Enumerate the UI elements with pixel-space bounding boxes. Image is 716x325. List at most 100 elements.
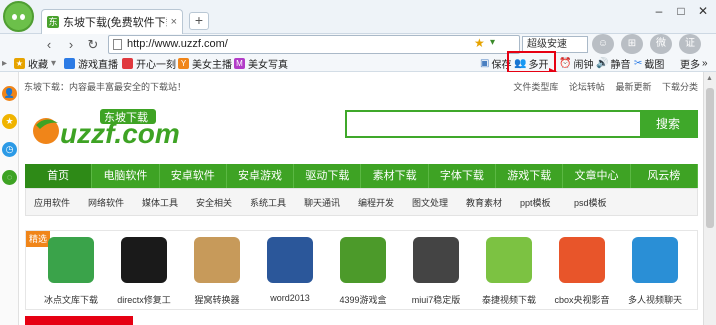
main-nav: 首页 电脑软件 安卓软件 安卓游戏 驱动下载 素材下载 字体下载 游戏下载 文章… <box>25 164 698 188</box>
link-category[interactable]: 下载分类 <box>662 82 698 92</box>
app-item[interactable]: 4399游戏盒 <box>332 237 394 307</box>
game-box-icon <box>340 237 386 283</box>
game-icon <box>64 57 75 69</box>
site-search: 搜索 <box>345 110 698 138</box>
svg-text:东坡下载: 东坡下载 <box>104 111 148 124</box>
scrollbar[interactable]: ▲ <box>703 72 716 325</box>
left-sidebar: 👤 ★ ◷ ◌ <box>0 72 19 325</box>
bookmark-photo[interactable]: M 美女写真 <box>234 56 288 71</box>
refresh-icon[interactable]: ↻ <box>84 37 102 53</box>
url-text: http://www.uzzf.com/ <box>127 38 228 50</box>
nav-pc-software[interactable]: 电脑软件 <box>92 164 160 188</box>
link-filetype[interactable]: 文件类型库 <box>513 82 558 92</box>
sub-nav: 应用软件 网络软件 媒体工具 安全相关 系统工具 聊天通讯 编程开发 图文处理 … <box>25 188 698 216</box>
nav-home[interactable]: 首页 <box>25 164 93 188</box>
forward-icon[interactable]: › <box>62 37 80 53</box>
scrollbar-thumb[interactable] <box>706 88 714 228</box>
tab-close-icon[interactable]: × <box>171 16 177 28</box>
new-tab-button[interactable]: + <box>189 12 209 30</box>
tab-uzzf[interactable]: 东 东坡下载(免费软件下载网 × <box>41 9 183 34</box>
scissors-icon: ✂ <box>634 57 643 69</box>
subnav-item[interactable]: 聊天通讯 <box>304 196 358 209</box>
link-forum[interactable]: 论坛转帖 <box>569 82 605 92</box>
favorites-star-icon[interactable]: ★ <box>2 114 17 129</box>
subnav-item[interactable]: 网络软件 <box>88 196 142 209</box>
back-icon[interactable]: ‹ <box>40 37 58 53</box>
screenshot-button[interactable]: ✂ 截图 <box>634 56 664 71</box>
m-icon: M <box>234 57 245 69</box>
subnav-item[interactable]: 媒体工具 <box>142 196 196 209</box>
subnav-item[interactable]: 编程开发 <box>358 196 412 209</box>
bookmark-game-live[interactable]: 游戏直播 <box>64 56 118 71</box>
nav-articles[interactable]: 文章中心 <box>563 164 631 188</box>
hamster-icon <box>194 237 240 283</box>
browser-logo-icon[interactable] <box>3 1 34 32</box>
search-button[interactable]: 搜索 <box>640 112 696 136</box>
nav-materials[interactable]: 素材下载 <box>361 164 429 188</box>
app-item[interactable]: directx修复工 <box>113 237 175 307</box>
featured-apps: 精选 冰点文库下载 directx修复工 猩窝转换器 word2013 4399… <box>25 230 698 310</box>
weibo-icon[interactable]: 微 <box>650 34 672 54</box>
title-bar: 东 东坡下载(免费软件下载网 × + – □ ✕ <box>0 0 716 34</box>
subnav-item[interactable]: 安全相关 <box>196 196 250 209</box>
app-item[interactable]: cbox央视影音 <box>551 237 613 307</box>
gamepad-icon[interactable]: ☺ <box>592 34 614 54</box>
app-item[interactable]: 泰捷视频下载 <box>478 237 540 307</box>
tab-favicon-icon: 东 <box>47 16 59 28</box>
word-icon <box>267 237 313 283</box>
scroll-up-icon[interactable]: ▲ <box>706 75 713 82</box>
page-icon <box>113 39 122 50</box>
link-latest[interactable]: 最新更新 <box>615 82 651 92</box>
subnav-item[interactable]: 教育素材 <box>466 196 520 209</box>
user-icon[interactable]: 👤 <box>2 86 17 101</box>
nav-rankings[interactable]: 风云榜 <box>631 164 698 188</box>
top-links: 文件类型库 论坛转帖 最新更新 下载分类 <box>505 80 698 93</box>
navigation-bar: ‹ › ↻ http://www.uzzf.com/ ★ ▾ 超级安速 ☺ ⊞ … <box>0 34 716 54</box>
bookmark-favorites[interactable]: ★ 收藏 ▾ <box>14 56 56 71</box>
app-item[interactable]: word2013 <box>259 237 321 307</box>
bottom-banner <box>25 316 133 325</box>
subnav-item[interactable]: 系统工具 <box>250 196 304 209</box>
subnav-item[interactable]: psd模板 <box>574 196 628 209</box>
app-item[interactable]: 冰点文库下载 <box>40 237 102 307</box>
tv-robot-icon <box>486 237 532 283</box>
maximize-button[interactable]: □ <box>670 2 692 20</box>
nav-android-software[interactable]: 安卓软件 <box>160 164 227 188</box>
nav-games[interactable]: 游戏下载 <box>496 164 564 188</box>
fun-icon <box>122 57 133 69</box>
book-icon <box>48 237 94 283</box>
site-logo[interactable]: uzzf.com 东坡下载 <box>30 107 180 151</box>
bookmarks-bar: ▸ ★ 收藏 ▾ 游戏直播 开心一刻 Y 美女主播 M 美女写真 ▣ 保存 👥 多开 ⏰ 闹钟… <box>0 54 716 72</box>
y-icon: Y <box>178 57 189 69</box>
cert-icon[interactable]: 证 <box>679 34 701 54</box>
address-bar[interactable]: http://www.uzzf.com/ <box>108 35 520 54</box>
bookmark-anchor[interactable]: Y 美女主播 <box>178 56 232 71</box>
chat-icon[interactable]: ◌ <box>2 170 17 185</box>
close-window-button[interactable]: ✕ <box>692 2 714 20</box>
mute-button[interactable]: 🔊 静音 <box>596 56 630 71</box>
app-item[interactable]: 多人视频聊天 <box>624 237 686 307</box>
url-dropdown-icon[interactable]: ▾ <box>490 37 495 48</box>
history-clock-icon[interactable]: ◷ <box>2 142 17 157</box>
site-tagline: 东坡下载：内容最丰富最安全的下载站！ <box>24 82 187 92</box>
subnav-item[interactable]: 图文处理 <box>412 196 466 209</box>
apps-grid-icon[interactable]: ⊞ <box>621 34 643 54</box>
subnav-item[interactable]: ppt模板 <box>520 196 574 209</box>
video-chat-icon <box>632 237 678 283</box>
favorite-star-icon[interactable]: ★ <box>474 36 485 50</box>
save-icon: ▣ <box>480 57 490 69</box>
cbox-icon <box>559 237 605 283</box>
directx-icon <box>121 237 167 283</box>
app-item[interactable]: miui7稳定版 <box>405 237 467 307</box>
minimize-button[interactable]: – <box>648 2 670 20</box>
subnav-item[interactable]: 应用软件 <box>34 196 88 209</box>
app-item[interactable]: 猩窝转换器 <box>186 237 248 307</box>
nav-fonts[interactable]: 字体下载 <box>429 164 497 188</box>
nav-android-games[interactable]: 安卓游戏 <box>227 164 295 188</box>
bookmark-fun[interactable]: 开心一刻 <box>122 56 176 71</box>
more-button[interactable]: 更多» <box>680 56 708 71</box>
nav-drivers[interactable]: 驱动下载 <box>294 164 362 188</box>
bookmark-menu-icon[interactable]: ▸ <box>2 56 7 70</box>
star-icon: ★ <box>14 57 25 69</box>
speaker-icon: 🔊 <box>596 57 609 69</box>
